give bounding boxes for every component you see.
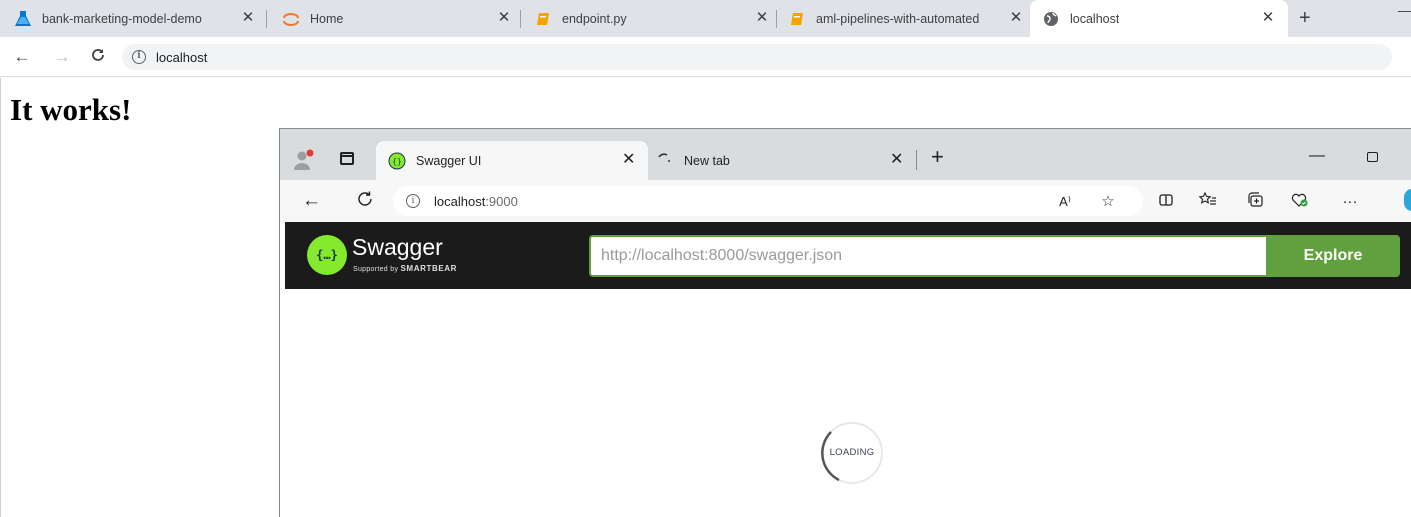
info-icon[interactable]: i <box>132 50 146 64</box>
address-host: localhost <box>434 193 486 209</box>
tab-bank-marketing[interactable]: bank-marketing-model-demo ✕ <box>14 0 264 37</box>
close-icon[interactable]: ✕ <box>496 10 512 26</box>
swagger-favicon-icon: {} <box>388 152 406 170</box>
info-icon[interactable]: i <box>406 194 420 208</box>
edge-copilot-icon[interactable] <box>1404 189 1411 211</box>
new-tab-button[interactable]: + <box>931 145 944 169</box>
favorite-star-icon[interactable]: ☆ <box>1098 192 1118 212</box>
explore-button[interactable]: Explore <box>1266 235 1400 277</box>
tab-label: Home <box>310 11 344 26</box>
outer-tabstrip: bank-marketing-model-demo ✕ Home ✕ endpo… <box>0 0 1411 37</box>
favorites-icon[interactable] <box>1198 191 1218 212</box>
tab-label: Swagger UI <box>416 153 482 168</box>
azure-ml-flask-icon <box>14 10 32 28</box>
swagger-subtitle-brand: SMARTBEAR <box>400 264 458 273</box>
jupyter-icon <box>282 10 300 28</box>
swagger-topbar: {…} Swagger Supported by SMARTBEAR http:… <box>285 222 1411 289</box>
refresh-icon <box>358 191 372 206</box>
swagger-subtitle: Supported by SMARTBEAR <box>353 264 457 273</box>
address-url: localhost <box>156 49 208 65</box>
loading-spinner-icon <box>656 152 674 170</box>
edge-toolbar: ← i localhost :9000 A⁾ ☆ ··· <box>280 180 1411 222</box>
page-heading: It works! <box>10 92 132 127</box>
minimize-button[interactable]: — <box>1398 2 1411 18</box>
close-icon[interactable]: ✕ <box>622 151 635 169</box>
read-aloud-icon[interactable]: A⁾ <box>1055 192 1075 212</box>
more-options-icon[interactable]: ··· <box>1340 192 1360 212</box>
browser-essentials-icon[interactable] <box>1290 192 1310 212</box>
tab-swagger-ui[interactable]: {} Swagger UI ✕ <box>376 141 648 180</box>
reload-icon <box>92 49 104 61</box>
tab-label: localhost <box>1070 11 1120 26</box>
loading-label: LOADING <box>829 447 875 458</box>
tab-localhost[interactable]: localhost ✕ <box>1030 0 1288 37</box>
swagger-brand: Swagger <box>352 234 443 260</box>
tab-separator <box>776 10 777 28</box>
svg-text:{}: {} <box>392 157 402 166</box>
back-button[interactable]: ← <box>12 47 32 67</box>
profile-avatar-icon[interactable] <box>293 149 314 170</box>
forward-button[interactable]: → <box>52 47 72 67</box>
outer-toolbar: ← → i localhost <box>0 37 1411 77</box>
globe-icon <box>1042 10 1060 28</box>
address-bar[interactable]: i localhost :9000 <box>393 186 1143 216</box>
tab-label: endpoint.py <box>562 11 627 26</box>
close-icon[interactable]: ✕ <box>1008 10 1024 26</box>
tab-new-tab[interactable]: New tab ✕ <box>650 141 912 180</box>
close-icon[interactable]: ✕ <box>240 10 256 26</box>
tab-label: New tab <box>684 153 730 168</box>
notebook-icon <box>788 10 806 28</box>
tab-separator <box>520 10 521 28</box>
edge-tabstrip: {} Swagger UI ✕ New tab ✕ + — <box>280 129 1411 180</box>
tab-separator <box>916 150 917 170</box>
swagger-body: LOADING <box>285 289 1411 517</box>
maximize-button[interactable] <box>1367 152 1378 162</box>
tab-endpoint-py[interactable]: endpoint.py ✕ <box>534 0 774 37</box>
close-icon[interactable]: ✕ <box>1260 10 1276 26</box>
swagger-subtitle-prefix: Supported by <box>353 266 399 273</box>
embedded-browser-screenshot: {} Swagger UI ✕ New tab ✕ + — ← i localh… <box>279 128 1411 517</box>
split-screen-icon[interactable] <box>1156 192 1176 212</box>
page-border <box>0 78 1 517</box>
tab-separator <box>266 10 267 28</box>
tab-aml-pipelines[interactable]: aml-pipelines-with-automated ✕ <box>788 0 1028 37</box>
address-bar[interactable]: i localhost <box>122 44 1392 70</box>
swagger-logo-icon: {…} <box>307 235 347 275</box>
tab-label: bank-marketing-model-demo <box>42 11 202 26</box>
tab-home[interactable]: Home ✕ <box>282 0 522 37</box>
address-port: :9000 <box>485 193 518 209</box>
notebook-icon <box>534 10 552 28</box>
close-icon[interactable]: ✕ <box>890 151 903 169</box>
reload-button[interactable] <box>88 47 108 67</box>
tab-actions-icon[interactable] <box>340 152 354 165</box>
refresh-button[interactable] <box>356 190 374 214</box>
tab-label: aml-pipelines-with-automated <box>816 11 980 26</box>
close-icon[interactable]: ✕ <box>754 10 770 26</box>
swagger-url-input[interactable]: http://localhost:8000/swagger.json <box>589 235 1266 277</box>
collections-icon[interactable] <box>1246 192 1266 212</box>
back-button[interactable]: ← <box>302 190 321 212</box>
minimize-button[interactable]: — <box>1309 147 1325 165</box>
new-tab-button[interactable]: + <box>1299 8 1311 28</box>
